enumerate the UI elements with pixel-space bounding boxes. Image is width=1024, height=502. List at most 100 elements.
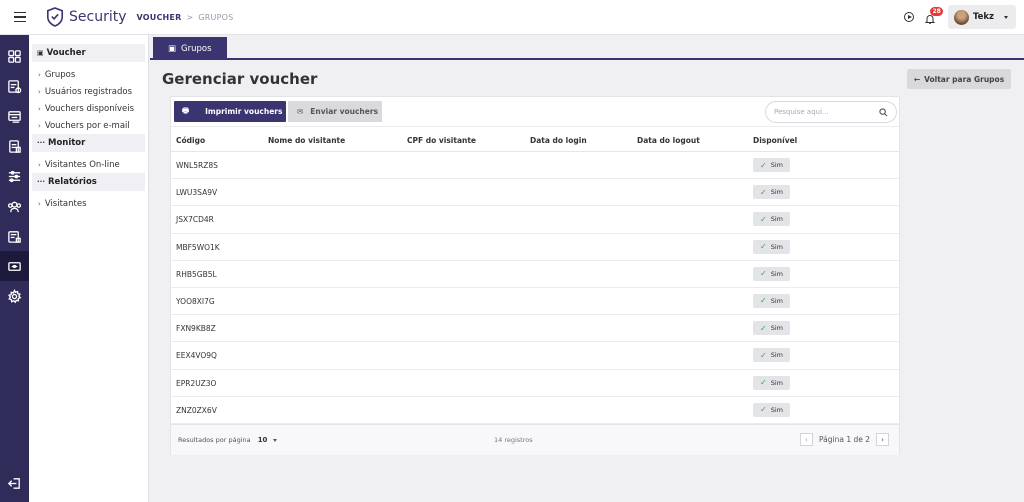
table-row[interactable]: RHB5GB5L ✓ Sim (171, 261, 899, 288)
print-vouchers-button[interactable]: 🖶 Imprimir vouchers (174, 101, 286, 122)
back-to-groups-button[interactable]: ← Voltar para Grupos (907, 69, 1011, 89)
settings-icon[interactable] (0, 281, 29, 311)
nav-item-visitantes[interactable]: › Visitantes (29, 195, 148, 212)
nav-section-monitor[interactable]: ··· Monitor (32, 134, 145, 152)
table-row[interactable]: EPR2UZ3O ✓ Sim (171, 370, 899, 397)
voucher-code: EPR2UZ3O (176, 378, 217, 388)
status-text: Sim (770, 378, 783, 387)
page-info: Página 1 de 2 (818, 435, 870, 444)
column-header-nome[interactable]: Nome do visitante (268, 136, 345, 145)
table-row[interactable]: FXN9KB8Z ✓ Sim (171, 315, 899, 343)
status-text: Sim (770, 405, 783, 414)
table-row[interactable]: EEX4VO9Q ✓ Sim (171, 342, 899, 370)
printer-icon: 🖶 (182, 106, 190, 115)
back-button-label: Voltar para Grupos (924, 74, 1005, 84)
chevron-right-icon: › (38, 121, 41, 130)
breadcrumb-separator: > (186, 12, 194, 22)
voucher-code: LWU3SA9V (176, 188, 218, 198)
devices-icon[interactable] (0, 71, 29, 101)
table-row[interactable]: LWU3SA9V ✓ Sim (171, 179, 899, 207)
check-icon: ✓ (760, 378, 767, 387)
send-vouchers-button[interactable]: ✉ Enviar vouchers (288, 101, 382, 122)
search-icon[interactable] (879, 107, 888, 117)
logout-icon[interactable] (0, 468, 29, 498)
breadcrumb-voucher[interactable]: VOUCHER (137, 13, 182, 22)
next-page-button[interactable]: › (876, 433, 889, 446)
column-header-disponivel[interactable]: Disponível (753, 136, 797, 145)
access-icon[interactable] (0, 101, 29, 131)
status-text: Sim (770, 269, 783, 278)
nav-section-voucher[interactable]: ▣ Voucher (32, 44, 145, 62)
check-icon: ✓ (760, 269, 767, 279)
per-page-label: Resultados por página (178, 436, 251, 444)
secure-docs-icon[interactable] (0, 221, 29, 251)
nav-item-vouchers-disponiveis[interactable]: › Vouchers disponíveis (29, 100, 148, 117)
nav-section-label: Voucher (46, 48, 86, 58)
nav-item-vouchers-email[interactable]: › Vouchers por e-mail (29, 117, 148, 134)
page-title: Gerenciar voucher (162, 70, 318, 88)
prev-page-button[interactable]: ‹ (799, 433, 813, 446)
tab-strip: ▣ Grupos (150, 35, 1024, 60)
status-badge: ✓ Sim (753, 158, 790, 172)
more-dots-icon: ··· (37, 178, 45, 186)
users-group-icon[interactable] (0, 191, 29, 221)
side-nav: ▣ Voucher › Grupos › Usuários registrados … (29, 35, 149, 502)
chevron-right-icon: › (38, 104, 41, 113)
table-row[interactable]: WNL5RZ8S ✓ Sim (171, 152, 899, 180)
check-icon: ✓ (760, 296, 767, 306)
per-page-select[interactable]: 10 (258, 436, 268, 444)
status-text: Sim (770, 242, 783, 251)
reports-icon[interactable] (0, 131, 29, 161)
column-header-logout[interactable]: Data do logout (637, 136, 700, 145)
brand-logo[interactable]: Security (46, 7, 127, 27)
pagination: ‹ Página 1 de 2 › (799, 433, 889, 446)
nav-item-label: Visitantes On-line (44, 159, 120, 170)
nav-item-label: Visitantes (44, 198, 87, 209)
status-text: Sim (770, 188, 783, 197)
table-row[interactable]: JSX7CD4R ✓ Sim (171, 206, 899, 234)
nav-item-label: Grupos (44, 69, 76, 80)
filters-icon[interactable] (0, 161, 29, 191)
voucher-code: RHB5GB5L (176, 269, 217, 279)
voucher-table-card: 🖶 Imprimir vouchers ✉ Enviar vouchers Có… (170, 96, 900, 455)
nav-item-grupos[interactable]: › Grupos (29, 66, 148, 83)
table-row[interactable]: MBF5WO1K ✓ Sim (171, 234, 899, 261)
brand-name: Security (69, 9, 127, 25)
check-icon: ✓ (760, 214, 767, 224)
search-box[interactable] (765, 101, 897, 123)
check-icon: ✓ (760, 242, 767, 252)
voucher-code: FXN9KB8Z (176, 324, 216, 334)
dashboard-icon[interactable] (0, 41, 29, 71)
status-text: Sim (770, 296, 783, 305)
tab-grupos[interactable]: ▣ Grupos (153, 37, 227, 60)
nav-item-visitantes-online[interactable]: › Visitantes On-line (29, 156, 148, 173)
status-badge: ✓ Sim (753, 402, 790, 417)
top-bar: Security VOUCHER > GRUPOS 28 Tekz (0, 0, 1024, 35)
nav-item-label: Usuários registrados (44, 86, 133, 97)
chevron-right-icon: › (38, 87, 41, 96)
voucher-icon[interactable] (0, 251, 29, 281)
check-icon: ✓ (760, 405, 767, 415)
nav-section-relatorios[interactable]: ··· Relatórios (32, 173, 145, 191)
search-input[interactable] (774, 108, 874, 116)
status-text: Sim (770, 161, 783, 169)
notifications-button[interactable]: 28 (924, 7, 944, 24)
nav-section-label: Monitor (47, 138, 86, 148)
notifications-badge: 28 (929, 7, 944, 16)
nav-item-label: Vouchers por e-mail (44, 120, 130, 131)
results-per-page: Resultados por página 10 (178, 436, 277, 444)
menu-toggle-icon[interactable] (0, 0, 40, 35)
user-menu[interactable]: Tekz (947, 5, 1016, 29)
check-icon: ✓ (760, 160, 767, 170)
table-row[interactable]: YOO8XI7G ✓ Sim (171, 288, 899, 316)
chevron-down-icon[interactable] (272, 438, 277, 442)
column-header-login[interactable]: Data do login (530, 136, 587, 145)
column-header-cpf[interactable]: CPF do visitante (407, 136, 476, 145)
column-header-codigo[interactable]: Código (176, 136, 205, 145)
table-row[interactable]: ZNZ0ZX6V ✓ Sim (171, 397, 899, 424)
play-icon[interactable] (903, 12, 914, 22)
check-icon: ✓ (760, 187, 767, 197)
nav-item-usuarios-registrados[interactable]: › Usuários registrados (29, 83, 148, 100)
voucher-code: YOO8XI7G (176, 296, 215, 306)
voucher-code: EEX4VO9Q (176, 351, 217, 361)
